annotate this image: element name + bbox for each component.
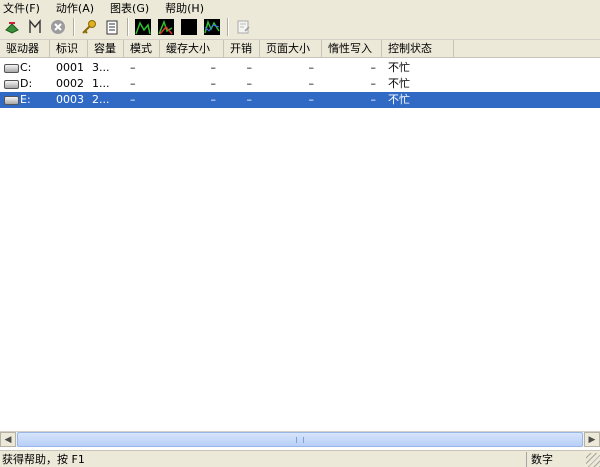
column-header-id[interactable]: 标识 — [50, 40, 88, 57]
scroll-right-button[interactable]: ▶ — [584, 432, 600, 447]
lazy-write-cell: – — [370, 93, 377, 106]
column-header-cache-size[interactable]: 缓存大小 — [160, 40, 224, 57]
drive-cell: E: — [0, 92, 50, 108]
page-size-cell: – — [308, 93, 315, 106]
column-header-control-status[interactable]: 控制状态 — [382, 40, 454, 57]
menu-bar: 文件(F) 动作(A) 图表(G) 帮助(H) — [0, 0, 600, 15]
status-cell: 不忙 — [388, 93, 410, 106]
capacity-cell: 2... — [92, 93, 110, 106]
id-cell: 0003 — [56, 93, 84, 106]
menu-chart[interactable]: 图表(G) — [107, 0, 153, 16]
column-header-page-size[interactable]: 页面大小 — [260, 40, 322, 57]
id-cell: 0002 — [56, 77, 84, 90]
chart-combined-icon[interactable] — [202, 17, 222, 37]
column-header-overhead[interactable]: 开销 — [224, 40, 260, 57]
cache-cell: – — [210, 93, 217, 106]
status-numlock-panel: 数字 — [526, 451, 570, 467]
drive-cell: D: — [0, 76, 50, 92]
notes-icon[interactable] — [233, 17, 253, 37]
drive-cell: C: — [0, 60, 50, 76]
menu-action[interactable]: 动作(A) — [53, 0, 98, 16]
column-header-filler — [454, 40, 600, 57]
capacity-cell: 3... — [92, 61, 110, 74]
chart-read-icon[interactable] — [133, 17, 153, 37]
table-row-selected[interactable]: E: 0003 2... – – – – – 不忙 — [0, 92, 600, 108]
status-cell: 不忙 — [388, 61, 410, 74]
lazy-write-cell: – — [370, 77, 377, 90]
hard-drive-icon — [4, 95, 19, 105]
page-size-cell: – — [308, 61, 315, 74]
mode-cell: – — [130, 61, 136, 74]
id-cell: 0001 — [56, 61, 84, 74]
overhead-cell: – — [246, 93, 253, 106]
chart-black-icon[interactable] — [179, 17, 199, 37]
marker-icon[interactable] — [25, 17, 45, 37]
chart-write-icon[interactable] — [156, 17, 176, 37]
resize-grip-icon[interactable] — [586, 453, 600, 467]
column-header-mode[interactable]: 模式 — [124, 40, 160, 57]
cache-cell: – — [210, 61, 217, 74]
scroll-left-button[interactable]: ◀ — [0, 432, 16, 447]
column-header-capacity[interactable]: 容量 — [88, 40, 124, 57]
page-size-cell: – — [308, 77, 315, 90]
drive-list: C: 0001 3... – – – – – 不忙 D: 0002 1... –… — [0, 60, 600, 108]
hard-drive-icon — [4, 63, 19, 73]
status-help-text: 获得帮助，按 F1 — [2, 453, 85, 466]
horizontal-scrollbar[interactable]: ◀ ▶ — [0, 431, 600, 447]
table-row[interactable]: D: 0002 1... – – – – – 不忙 — [0, 76, 600, 92]
column-header-drive[interactable]: 驱动器 — [0, 40, 50, 57]
capacity-cell: 1... — [92, 77, 110, 90]
clipboard-icon[interactable] — [102, 17, 122, 37]
cache-cell: – — [210, 77, 217, 90]
lazy-write-cell: – — [370, 61, 377, 74]
menu-help[interactable]: 帮助(H) — [162, 0, 208, 16]
table-header: 驱动器 标识 容量 模式 缓存大小 开销 页面大小 惰性写入 控制状态 — [0, 40, 600, 58]
toolbar-separator — [127, 18, 129, 36]
toolbar-separator — [227, 18, 229, 36]
key-icon[interactable] — [79, 17, 99, 37]
toolbar-separator — [73, 18, 75, 36]
menu-file[interactable]: 文件(F) — [0, 0, 44, 16]
grip-icon — [296, 436, 304, 443]
overhead-cell: – — [246, 61, 253, 74]
table-row[interactable]: C: 0001 3... – – – – – 不忙 — [0, 60, 600, 76]
status-cell: 不忙 — [388, 77, 410, 90]
refresh-icon[interactable] — [2, 17, 22, 37]
mode-cell: – — [130, 93, 136, 106]
overhead-cell: – — [246, 77, 253, 90]
mode-cell: – — [130, 77, 136, 90]
hard-drive-icon — [4, 79, 19, 89]
scrollbar-thumb[interactable] — [17, 432, 583, 447]
column-header-lazy-write[interactable]: 惰性写入 — [322, 40, 382, 57]
toolbar — [0, 15, 600, 40]
status-bar: 获得帮助，按 F1 数字 — [0, 450, 600, 467]
stop-icon[interactable] — [48, 17, 68, 37]
